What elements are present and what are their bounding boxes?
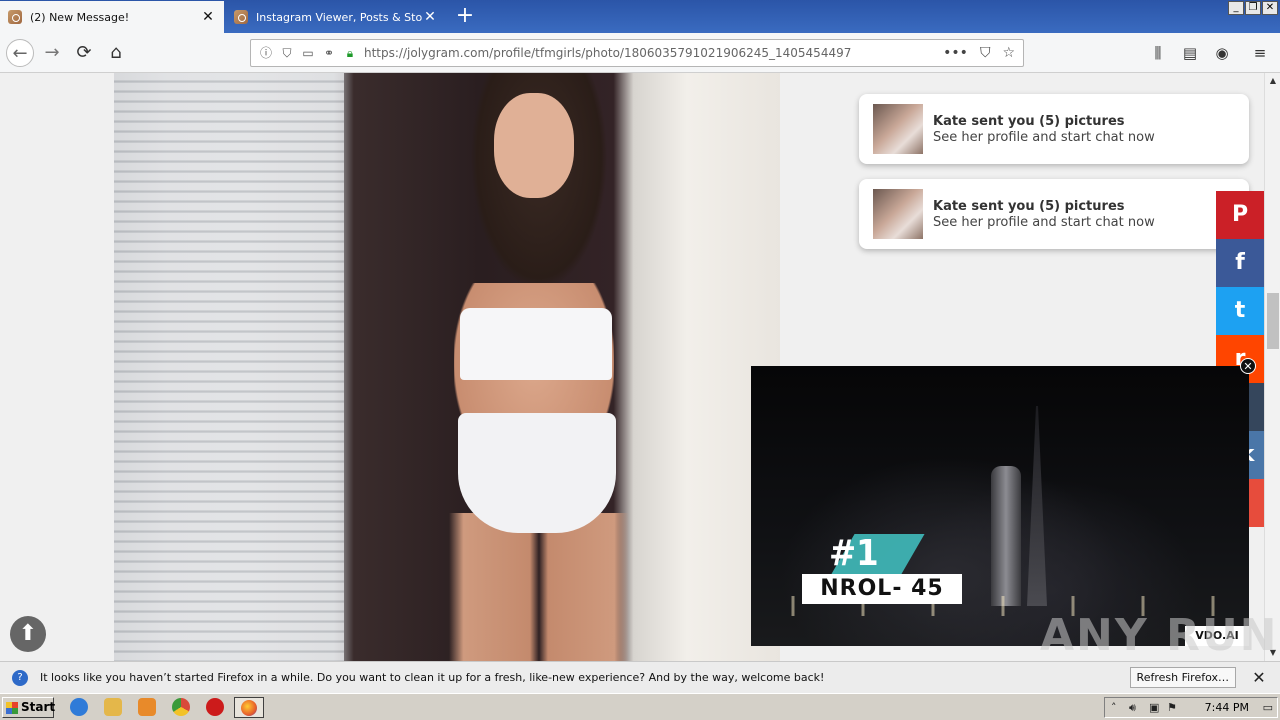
scrollbar-thumb[interactable] (1267, 293, 1279, 349)
url-host: https://jolygram.com (364, 46, 490, 60)
notification-thumbnail (873, 189, 923, 239)
instagram-favicon-icon (234, 10, 248, 24)
close-notification-icon[interactable]: ✕ (1250, 668, 1268, 687)
url-text[interactable]: https://jolygram.com/profile/tfmgirls/ph… (364, 46, 943, 60)
network-icon[interactable]: ▣ (1149, 701, 1159, 714)
info-icon: ? (12, 669, 28, 686)
show-desktop-icon[interactable]: ▭ (1263, 701, 1273, 714)
video-ad-player[interactable]: #1 NROL- 45 VDO.AI (751, 366, 1249, 646)
notification-thumbnail (873, 104, 923, 154)
account-icon[interactable]: ◉ (1212, 43, 1232, 63)
notification-title: Kate sent you (5) pictures (933, 198, 1125, 214)
photo-bottom (458, 413, 616, 533)
bookmark-star-icon[interactable]: ☆ (1002, 45, 1015, 61)
new-tab-button[interactable]: + (452, 4, 478, 30)
reload-button[interactable]: ⟳ (70, 39, 98, 67)
url-bar[interactable]: ⓘ ⛉ ▭ ⚭ 🔒︎ https://jolygram.com/profile/… (250, 39, 1024, 67)
volume-icon[interactable]: 🔊︎ (1129, 701, 1136, 715)
explorer-icon[interactable] (104, 698, 122, 716)
window-close-button[interactable]: ✕ (1262, 1, 1278, 15)
url-path: /profile/tfmgirls/photo/1806035791021906… (489, 46, 852, 60)
tab-strip: (2) New Message! ✕ Instagram Viewer, Pos… (0, 0, 1280, 33)
tracking-shield-icon[interactable]: ⛉ (280, 46, 294, 60)
chat-notification[interactable]: Kate sent you (5) pictures See her profi… (859, 179, 1249, 249)
tab-title: Instagram Viewer, Posts & Story (256, 10, 422, 24)
clock[interactable]: 7:44 PM (1205, 701, 1249, 714)
notification-message: It looks like you haven’t started Firefo… (40, 671, 825, 684)
pocket-icon[interactable]: ⛉ (980, 45, 991, 61)
tab-instagram-viewer[interactable]: Instagram Viewer, Posts & Story ✕ (226, 1, 446, 33)
minimize-button[interactable]: _ (1228, 1, 1244, 15)
forward-button[interactable]: → (38, 39, 66, 67)
page-actions-icon[interactable]: ••• (943, 45, 968, 61)
tab-new-message[interactable]: (2) New Message! ✕ (0, 1, 224, 33)
sidebar-icon[interactable]: ▤ (1180, 43, 1200, 63)
link-icon[interactable]: ⚭ (322, 46, 336, 60)
share-facebook-button[interactable]: f (1216, 239, 1264, 287)
photo-blinds (114, 73, 344, 661)
refresh-notification-bar: ? It looks like you haven’t started Fire… (0, 661, 1280, 693)
opera-icon[interactable] (206, 698, 224, 716)
start-button[interactable]: Start (2, 697, 55, 718)
tab-close-icon[interactable]: ✕ (200, 9, 216, 25)
firefox-taskbar-button[interactable] (234, 697, 264, 718)
action-center-flag-icon[interactable]: ⚑ (1167, 701, 1177, 714)
share-twitter-button[interactable]: t (1216, 287, 1264, 335)
firefox-icon (241, 700, 257, 716)
permissions-icon[interactable]: ▭ (301, 46, 315, 60)
notification-subtitle: See her profile and start chat now (933, 214, 1155, 230)
scroll-to-top-button[interactable]: ⬆ (10, 616, 46, 652)
photo-top (460, 308, 612, 380)
video-close-button[interactable]: ✕ (1240, 358, 1256, 374)
tab-close-icon[interactable]: ✕ (422, 9, 438, 25)
info-icon[interactable]: ⓘ (259, 46, 273, 60)
ie-icon[interactable] (70, 698, 88, 716)
library-icon[interactable]: ⫼ (1148, 43, 1168, 63)
instagram-favicon-icon (8, 10, 22, 24)
navigation-toolbar: ← → ⟳ ⌂ ⓘ ⛉ ▭ ⚭ 🔒︎ https://jolygram.com/… (0, 33, 1280, 73)
windows-taskbar: Start ˄ 🔊︎ ▣ ⚑ 7:44 PM ▭ (0, 693, 1280, 720)
share-pinterest-button[interactable]: P (1216, 191, 1264, 239)
notification-title: Kate sent you (5) pictures (933, 113, 1125, 129)
scroll-up-arrow-icon[interactable]: ▲ (1265, 73, 1280, 89)
page-content: Kate sent you (5) pictures See her profi… (0, 73, 1264, 661)
lock-icon[interactable]: 🔒︎ (343, 46, 357, 60)
anyrun-watermark: ANY RUN (1040, 610, 1279, 661)
instagram-photo[interactable] (114, 73, 780, 661)
rocket (991, 466, 1021, 606)
restore-button[interactable]: ❐ (1245, 1, 1261, 15)
chat-notification[interactable]: Kate sent you (5) pictures See her profi… (859, 94, 1249, 164)
page-scrollbar[interactable]: ▲ ▼ (1264, 73, 1280, 661)
media-player-icon[interactable] (138, 698, 156, 716)
tab-title: (2) New Message! (30, 10, 130, 24)
home-button[interactable]: ⌂ (102, 39, 130, 67)
refresh-firefox-button[interactable]: Refresh Firefox… (1129, 667, 1236, 688)
photo-legs (449, 513, 629, 661)
tray-expand-icon[interactable]: ˄ (1111, 701, 1117, 714)
video-caption: NROL- 45 (802, 574, 962, 604)
chrome-icon[interactable] (172, 698, 190, 716)
menu-icon[interactable]: ≡ (1250, 43, 1270, 63)
rank-number: #1 (829, 533, 879, 574)
back-button[interactable]: ← (6, 39, 34, 67)
system-tray: ˄ 🔊︎ ▣ ⚑ 7:44 PM ▭ (1104, 697, 1278, 718)
notification-subtitle: See her profile and start chat now (933, 129, 1155, 145)
photo-face (494, 93, 574, 198)
